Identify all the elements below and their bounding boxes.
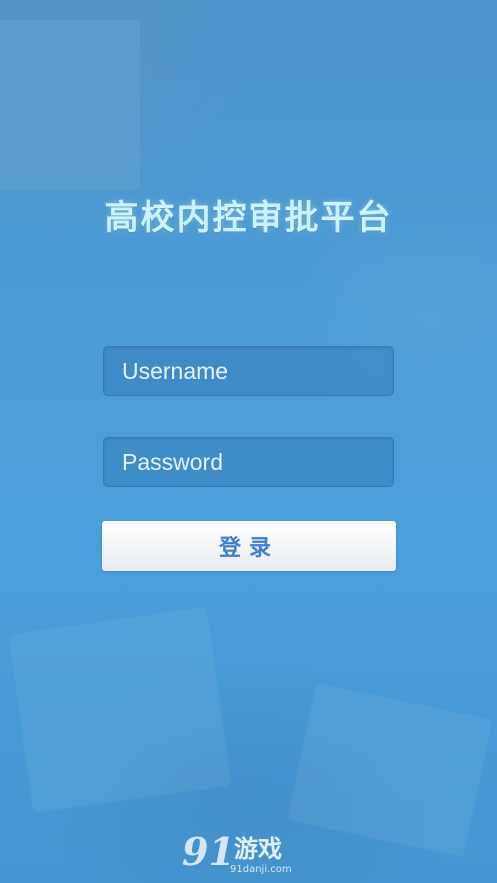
watermark-name: 游戏: [234, 835, 282, 863]
app-title: 高校内控审批平台: [104, 198, 393, 238]
username-input[interactable]: [103, 346, 394, 396]
password-input[interactable]: [103, 437, 394, 487]
watermark-logo: 91: [182, 829, 235, 874]
login-button[interactable]: 登录: [102, 521, 396, 571]
watermark-url: 91danji.com: [230, 864, 292, 875]
background-shape: [8, 606, 232, 814]
watermark: 91 游戏 91danji.com: [182, 832, 322, 880]
background-shape: [0, 20, 140, 190]
